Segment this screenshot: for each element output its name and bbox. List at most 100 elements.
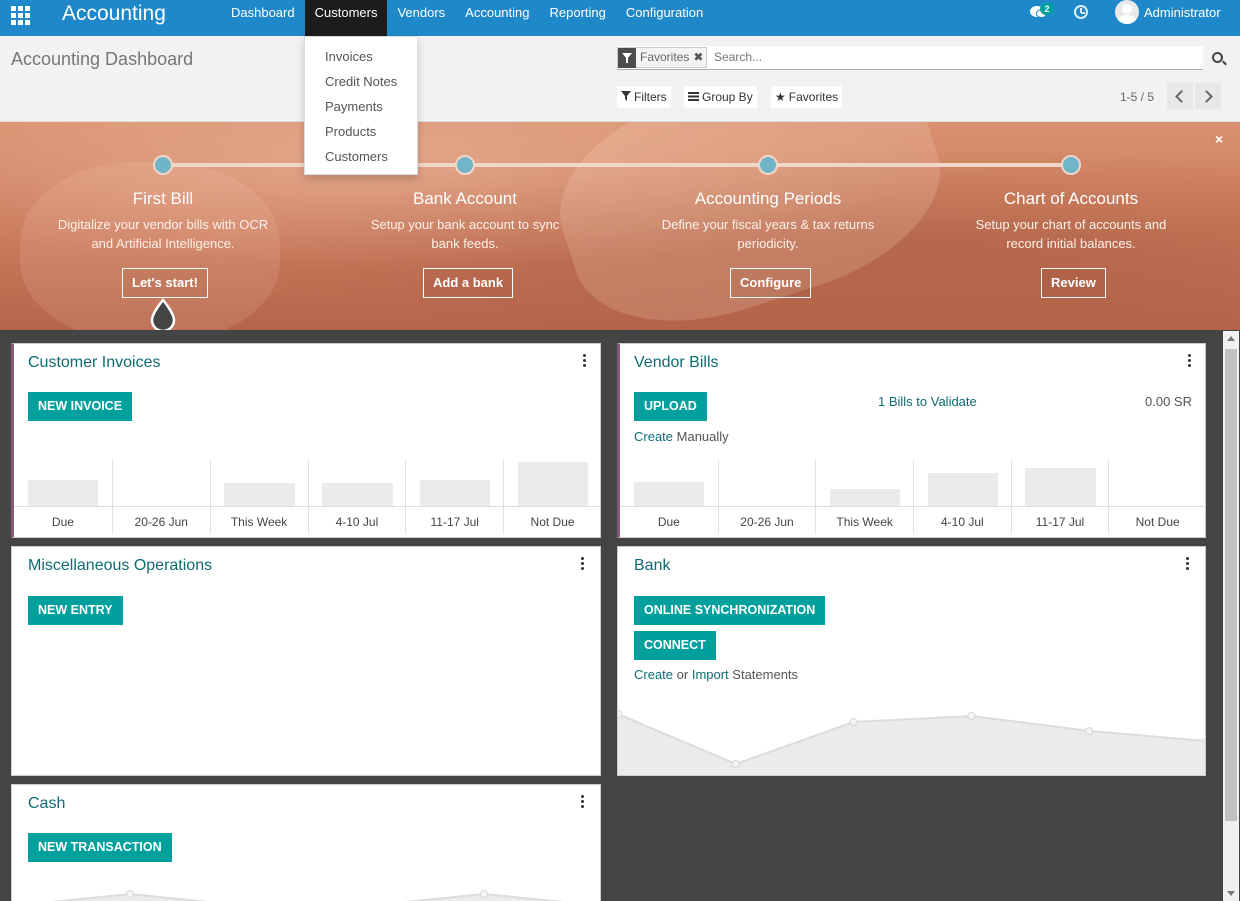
card-title[interactable]: Miscellaneous Operations [28, 557, 212, 575]
dropdown-item-credit-notes[interactable]: Credit Notes [305, 69, 417, 94]
kebab-menu-icon[interactable] [580, 557, 584, 570]
avatar[interactable] [1115, 0, 1139, 24]
chart-column[interactable]: Due [14, 460, 112, 534]
user-name[interactable]: Administrator [1144, 0, 1221, 25]
add-a-bank-button[interactable]: Add a bank [423, 268, 514, 298]
create-link[interactable]: Create [634, 429, 673, 444]
menu-configuration[interactable]: Configuration [616, 0, 713, 36]
chart-column[interactable]: 4-10 Jul [307, 460, 406, 534]
chart-column[interactable]: Not Due [503, 460, 600, 534]
chart-label: Not Due [1135, 515, 1180, 529]
menu-reporting[interactable]: Reporting [540, 0, 616, 36]
chart-bar[interactable] [420, 480, 491, 506]
customer-invoices-bar-chart[interactable]: Due 20-26 Jun This Week 4-10 Jul 11-17 Jul No… [14, 460, 600, 536]
activity-clock-icon[interactable] [1074, 5, 1088, 19]
new-invoice-button[interactable]: NEW INVOICE [28, 392, 133, 421]
create-link[interactable]: Create [634, 667, 673, 682]
manually-text: Manually [673, 429, 729, 444]
chart-column[interactable]: This Week [815, 460, 913, 534]
line-point [967, 712, 976, 720]
chat-badge: 2 [1040, 3, 1054, 15]
chart-column[interactable]: Not Due [1108, 460, 1205, 534]
pager-value[interactable]: 1-5 / 5 [1120, 87, 1154, 107]
chart-column[interactable]: 20-26 Jun [717, 460, 816, 534]
chart-column[interactable]: 4-10 Jul [913, 460, 1011, 534]
new-transaction-button[interactable]: NEW TRANSACTION [28, 833, 172, 862]
app-brand[interactable]: Accounting [62, 0, 166, 27]
kebab-menu-icon[interactable] [582, 354, 586, 367]
chart-column[interactable]: Due [620, 460, 718, 534]
online-synchronization-button[interactable]: ONLINE SYNCHRONIZATION [634, 596, 826, 625]
chart-bar[interactable] [830, 489, 901, 506]
bank-balance-line-chart[interactable] [618, 697, 1206, 776]
line-point [480, 890, 488, 898]
new-entry-button[interactable]: NEW ENTRY [28, 596, 123, 625]
customer-invoices-card: Customer Invoices NEW INVOICE Due 20-26 J… [11, 343, 601, 538]
card-title[interactable]: Vendor Bills [634, 354, 719, 372]
vendor-bills-bar-chart[interactable]: Due 20-26 Jun This Week 4-10 Jul 11-17 Jul No… [620, 460, 1205, 536]
menu-vendors[interactable]: Vendors [387, 0, 455, 36]
step-bank-account: Bank Account Setup your bank account to … [345, 188, 585, 253]
menu-dashboard[interactable]: Dashboard [221, 0, 305, 36]
review-button[interactable]: Review [1041, 268, 1106, 298]
dropdown-item-invoices[interactable]: Invoices [305, 44, 417, 69]
step-accounting-periods: Accounting Periods Define your fiscal ye… [648, 188, 888, 253]
onboarding-banner: First Bill Digitalize your vendor bills … [0, 122, 1240, 330]
configure-button[interactable]: Configure [730, 268, 812, 298]
card-title[interactable]: Cash [28, 795, 65, 813]
kebab-menu-icon[interactable] [1185, 557, 1189, 570]
chart-label: 11-17 Jul [430, 515, 479, 529]
filters-button[interactable]: Filters [617, 86, 671, 108]
pager-previous-button[interactable] [1167, 83, 1193, 109]
apps-grid-icon[interactable] [11, 6, 30, 25]
step-description: Setup your bank account to sync [370, 217, 560, 232]
chart-bar[interactable] [633, 482, 704, 506]
step-dot-2 [455, 155, 475, 175]
pager-next-button[interactable] [1195, 83, 1221, 109]
search-icon[interactable] [1212, 52, 1223, 63]
connect-button[interactable]: CONNECT [634, 631, 716, 660]
search-input[interactable] [714, 47, 1194, 67]
scroll-up-arrow-icon[interactable] [1227, 336, 1235, 341]
chart-bar[interactable] [1025, 468, 1096, 506]
menu-accounting[interactable]: Accounting [455, 0, 539, 36]
chart-bar[interactable] [322, 483, 393, 506]
chart-column[interactable]: This Week [209, 460, 308, 534]
bills-amount: 0.00 SR [1145, 394, 1192, 409]
chart-column[interactable]: 20-26 Jun [111, 460, 210, 534]
favorites-button[interactable]: ★ Favorites [771, 86, 843, 108]
import-link[interactable]: Import [692, 667, 729, 682]
chart-bar[interactable] [927, 473, 998, 506]
kebab-menu-icon[interactable] [580, 795, 584, 808]
bills-to-validate-link[interactable]: 1 Bills to Validate [878, 394, 977, 409]
kebab-menu-icon[interactable] [1187, 354, 1191, 367]
chart-label: 11-17 Jul [1035, 515, 1085, 529]
step-description: and Artificial Intelligence. [91, 236, 235, 251]
chart-bar[interactable] [517, 462, 589, 506]
dropdown-item-customers[interactable]: Customers [305, 144, 417, 169]
dropdown-item-products[interactable]: Products [305, 119, 417, 144]
close-icon[interactable]: × [1215, 131, 1223, 147]
step-title: Chart of Accounts [1003, 189, 1139, 208]
chart-bar[interactable] [224, 483, 295, 506]
card-title[interactable]: Customer Invoices [28, 354, 161, 372]
chart-label: Due [51, 515, 74, 529]
chart-label: 4-10 Jul [335, 515, 379, 529]
chart-column[interactable]: 11-17 Jul [405, 460, 503, 534]
line-area [618, 714, 1205, 775]
lets-start-button[interactable]: Let's start! [122, 268, 208, 298]
menu-customers[interactable]: Customers [304, 0, 388, 36]
chart-bar[interactable] [27, 480, 99, 506]
scrollbar-thumb[interactable] [1225, 349, 1237, 821]
chart-label: 20-26 Jun [134, 515, 188, 529]
miscellaneous-operations-card: Miscellaneous Operations NEW ENTRY [11, 546, 601, 776]
cash-balance-line-chart[interactable] [12, 882, 601, 901]
upload-button[interactable]: UPLOAD [634, 392, 707, 421]
scroll-down-arrow-icon[interactable] [1227, 891, 1235, 896]
facet-remove-icon[interactable]: ✖ [693, 48, 706, 67]
group-by-button[interactable]: Group By [684, 86, 757, 108]
dropdown-item-payments[interactable]: Payments [305, 94, 417, 119]
vertical-scrollbar[interactable] [1223, 331, 1239, 901]
card-title[interactable]: Bank [634, 557, 670, 575]
chart-column[interactable]: 11-17 Jul [1010, 460, 1109, 534]
